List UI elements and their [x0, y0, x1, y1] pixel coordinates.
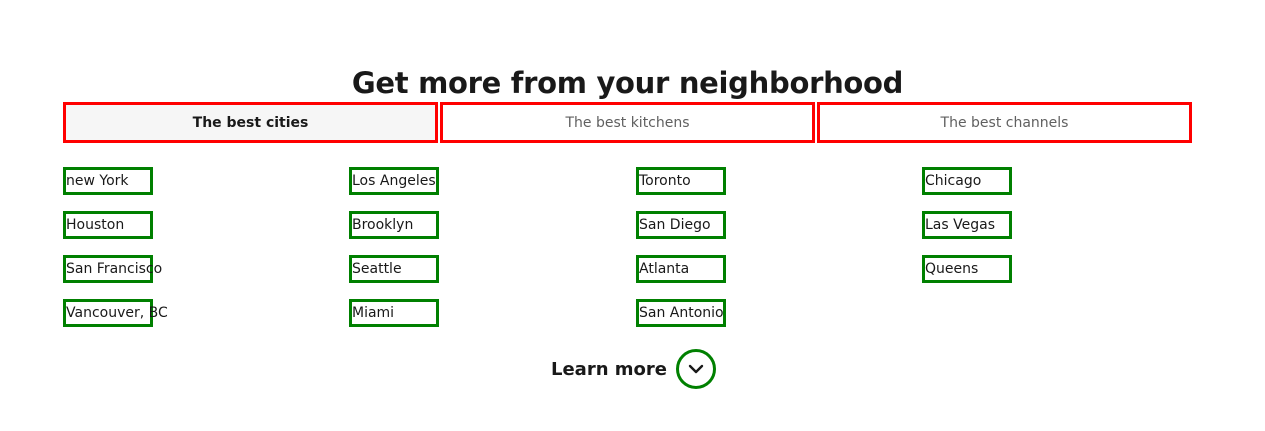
- city-link[interactable]: San Francisco: [63, 255, 162, 283]
- city-link[interactable]: Vancouver, BC: [63, 299, 168, 327]
- city-link[interactable]: Atlanta: [636, 255, 726, 283]
- city-link[interactable]: Miami: [349, 299, 439, 327]
- chevron-down-icon: [688, 364, 704, 374]
- page-title: Get more from your neighborhood: [351, 66, 904, 101]
- city-link[interactable]: Seattle: [349, 255, 439, 283]
- tab-best-channels[interactable]: The best channels: [817, 102, 1192, 143]
- expand-toggle[interactable]: [676, 349, 716, 389]
- city-link[interactable]: San Diego: [636, 211, 726, 239]
- city-link[interactable]: Queens: [922, 255, 1012, 283]
- city-link[interactable]: San Antonio: [636, 299, 726, 327]
- city-link[interactable]: Las Vegas: [922, 211, 1012, 239]
- city-link[interactable]: Chicago: [922, 167, 1012, 195]
- learn-more-button[interactable]: Learn more: [551, 349, 716, 389]
- city-link[interactable]: Toronto: [636, 167, 726, 195]
- city-link[interactable]: Los Angeles: [349, 167, 439, 195]
- city-link[interactable]: Houston: [63, 211, 153, 239]
- tab-best-cities[interactable]: The best cities: [63, 102, 438, 143]
- city-link[interactable]: new York: [63, 167, 153, 195]
- learn-more-label: Learn more: [551, 358, 667, 380]
- city-grid: new York Houston San Francisco Vancouver…: [63, 167, 1213, 327]
- tab-best-kitchens[interactable]: The best kitchens: [440, 102, 815, 143]
- tab-bar: The best cities The best kitchens The be…: [63, 102, 1192, 143]
- city-link[interactable]: Brooklyn: [349, 211, 439, 239]
